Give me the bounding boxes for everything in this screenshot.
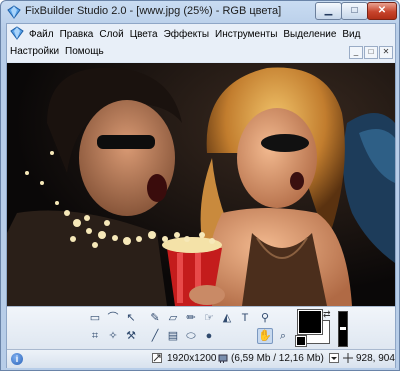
menu-selection[interactable]: Выделение bbox=[280, 26, 339, 43]
smudge-icon[interactable]: ☞ bbox=[201, 310, 217, 326]
cursor-position: 928, 904 bbox=[356, 353, 395, 364]
memory-usage: (6,59 Mb / 12,16 Mb) bbox=[231, 353, 324, 364]
doc-close-button[interactable]: ✕ bbox=[379, 46, 393, 59]
maximize-button[interactable]: □ bbox=[341, 2, 368, 20]
image-canvas[interactable] bbox=[7, 63, 395, 306]
menu-layer[interactable]: Слой bbox=[96, 26, 126, 43]
opacity-slider[interactable] bbox=[338, 311, 348, 347]
menu-file[interactable]: Файл bbox=[26, 26, 57, 43]
memory-icon bbox=[218, 354, 228, 363]
foreground-color-swatch[interactable] bbox=[297, 309, 323, 335]
app-logo-icon bbox=[7, 5, 21, 19]
ellipse-tool-icon[interactable]: ● bbox=[201, 328, 217, 344]
info-icon[interactable]: i bbox=[11, 353, 23, 365]
line-tool-icon[interactable]: ╱ bbox=[147, 328, 163, 344]
hand-tool-icon[interactable]: ✋ bbox=[257, 328, 273, 344]
shape-tool-icon[interactable]: ⬭ bbox=[183, 328, 199, 344]
brush-icon[interactable]: ✎ bbox=[147, 310, 163, 326]
eyedropper-icon[interactable]: ⚲ bbox=[257, 310, 273, 326]
menu-colors[interactable]: Цвета bbox=[127, 26, 161, 43]
window-title: FixBuilder Studio 2.0 - [www.jpg (25%) -… bbox=[25, 5, 282, 17]
doc-restore-button[interactable]: □ bbox=[364, 46, 378, 59]
image-size-icon bbox=[152, 353, 162, 363]
menu-help[interactable]: Помощь bbox=[62, 43, 107, 60]
menu-settings[interactable]: Настройки bbox=[7, 43, 62, 60]
crop-icon[interactable]: ⌗ bbox=[87, 328, 103, 344]
menu-edit[interactable]: Правка bbox=[57, 26, 97, 43]
fill-bucket-icon[interactable]: ◭ bbox=[219, 310, 235, 326]
canvas-image bbox=[7, 63, 395, 306]
minimize-button[interactable]: ▁ bbox=[315, 2, 342, 20]
opacity-slider-knob[interactable] bbox=[340, 327, 346, 330]
pencil-icon[interactable]: ✏ bbox=[183, 310, 199, 326]
cursor-position-icon bbox=[343, 353, 353, 363]
reset-colors-icon[interactable] bbox=[295, 335, 307, 347]
menu-row-1: Файл Правка Слой Цвета Эффекты Инструменты Выд… bbox=[7, 26, 363, 44]
lasso-icon[interactable]: ⌒ bbox=[105, 310, 121, 326]
menu-view[interactable]: Вид bbox=[339, 26, 363, 43]
menu-row-2: Настройки Помощь bbox=[7, 43, 107, 61]
close-button[interactable]: ✕ bbox=[367, 2, 397, 20]
rect-select-icon[interactable]: ▭ bbox=[87, 310, 103, 326]
move-icon[interactable]: ↖ bbox=[123, 310, 139, 326]
gradient-icon[interactable]: ▤ bbox=[165, 328, 181, 344]
document-icon[interactable] bbox=[10, 26, 24, 40]
title-bar[interactable]: FixBuilder Studio 2.0 - [www.jpg (25%) -… bbox=[1, 1, 399, 23]
client-area: Файл Правка Слой Цвета Эффекты Инструменты Выд… bbox=[6, 23, 396, 368]
menu-tools[interactable]: Инструменты bbox=[212, 26, 280, 43]
text-tool-icon[interactable]: T bbox=[237, 310, 253, 326]
menu-bar: Файл Правка Слой Цвета Эффекты Инструменты Выд… bbox=[7, 24, 395, 62]
menu-effects[interactable]: Эффекты bbox=[161, 26, 212, 43]
status-bar: i 1920x1200 (6,59 Mb / 12,16 Mb) 928, 90… bbox=[7, 349, 395, 368]
image-dimensions: 1920x1200 bbox=[167, 353, 217, 364]
zoom-tool-icon[interactable]: ⌕ bbox=[275, 328, 291, 344]
dropdown-icon[interactable] bbox=[329, 353, 339, 363]
magic-wand-icon[interactable]: ✧ bbox=[105, 328, 121, 344]
app-window: FixBuilder Studio 2.0 - [www.jpg (25%) -… bbox=[0, 0, 400, 371]
swap-colors-icon[interactable]: ⇄ bbox=[323, 309, 331, 320]
tools-panel: ▭ ⌒ ↖ ⌗ ✧ ⚒ ✎ ▱ ✏ ☞ ◭ T ╱ ▤ ⬭ ● ⚲ ✋ ⌕ ⇄ bbox=[7, 306, 395, 349]
doc-minimize-button[interactable]: _ bbox=[349, 46, 363, 59]
eraser-icon[interactable]: ▱ bbox=[165, 310, 181, 326]
clone-stamp-icon[interactable]: ⚒ bbox=[123, 328, 139, 344]
